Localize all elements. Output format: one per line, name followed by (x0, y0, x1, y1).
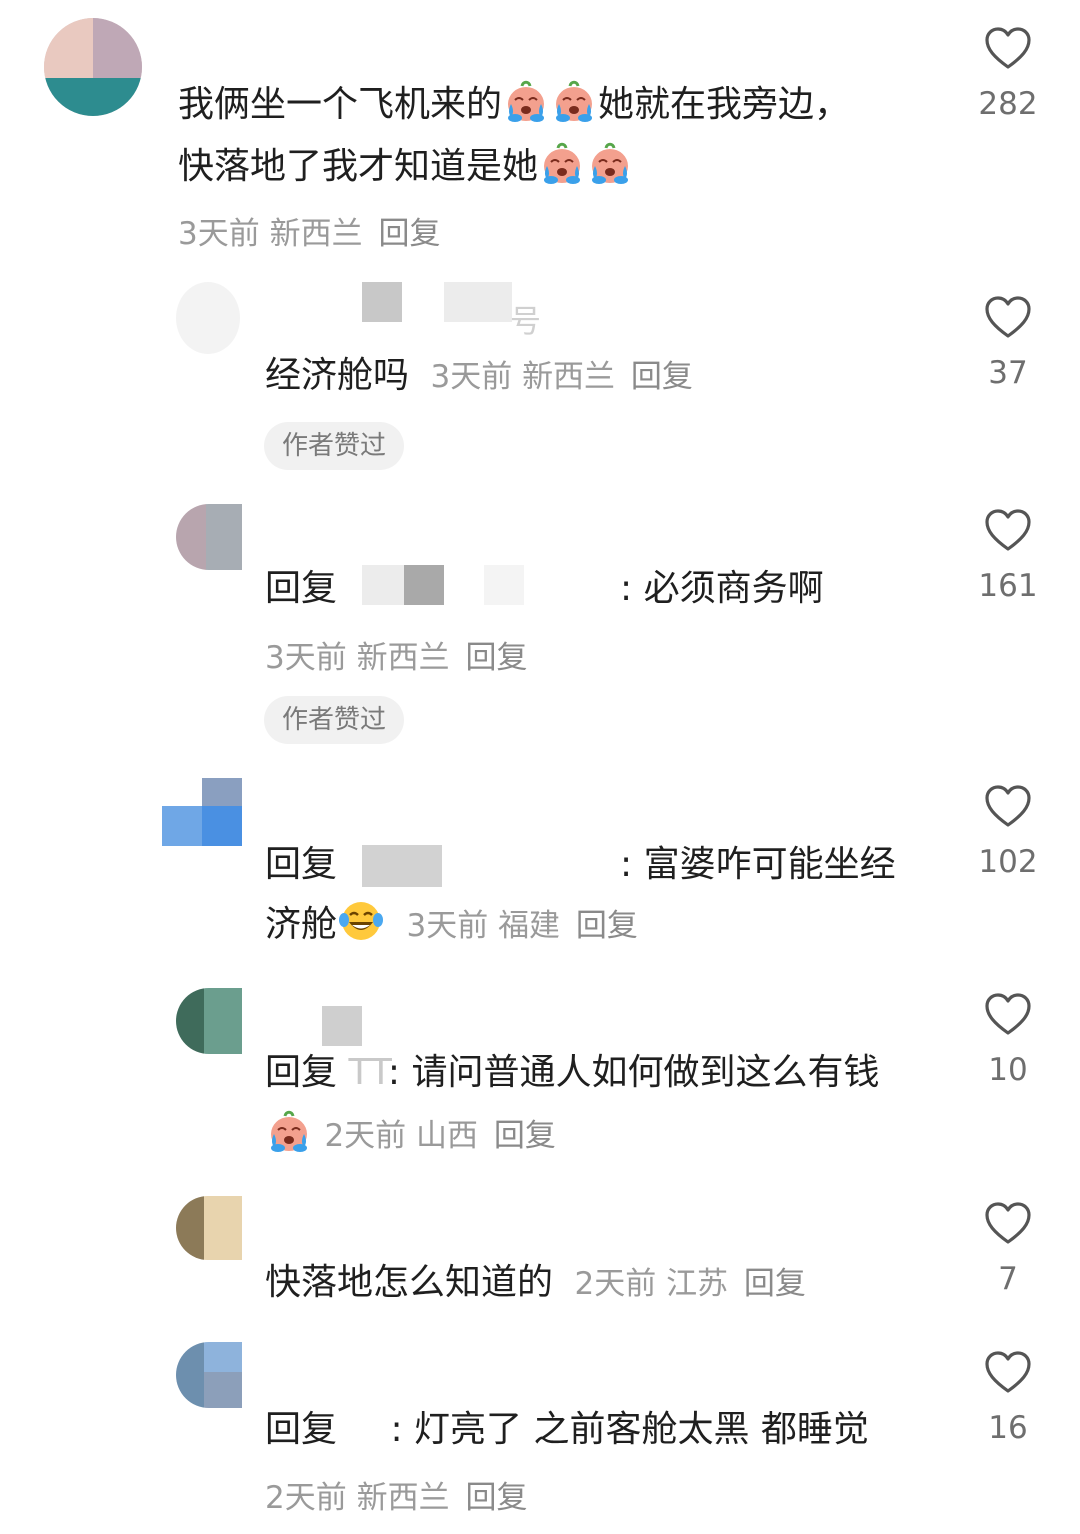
reply-time: 3天前 (430, 359, 513, 395)
like-count: 282 (978, 86, 1038, 122)
reply-content: : 灯亮了 之前客舱太黑 都睡觉 (390, 1409, 869, 1450)
heart-outline-icon[interactable] (984, 992, 1032, 1036)
reply-button[interactable]: 回复 (494, 1118, 556, 1154)
username-redacted (362, 845, 442, 887)
heart-outline-icon[interactable] (984, 26, 1032, 70)
reply-content-line1: : 富婆咋可能坐经 (620, 844, 896, 885)
reply-button[interactable]: 回复 (744, 1266, 806, 1302)
reply-location: 新西兰 (356, 640, 450, 676)
reply-content: 快落地怎么知道的 (265, 1262, 554, 1303)
reply-text: 回复 TT: 请问普通人如何做到这么有钱 (265, 1042, 955, 1104)
reply-text: 回复 : 灯亮了 之前客舱太黑 都睡觉 (265, 1399, 869, 1461)
crying-emoji-icon (587, 140, 633, 186)
reply-button[interactable]: 回复 (465, 640, 527, 676)
comment-text-line1b: 她就在我旁边， (598, 84, 851, 125)
reply-content: : 必须商务啊 (620, 568, 824, 609)
username-redacted (322, 1006, 362, 1046)
reply-location: 江苏 (666, 1266, 729, 1302)
reply-content-line2: 济舱 3天前 福建 回复 (265, 894, 638, 957)
reply-button[interactable]: 回复 (465, 1480, 527, 1516)
avatar[interactable] (162, 778, 242, 846)
heart-outline-icon[interactable] (984, 295, 1032, 339)
like-count: 10 (988, 1052, 1028, 1088)
comment-location: 新西兰 (269, 216, 363, 252)
like-count: 37 (988, 355, 1028, 391)
heart-outline-icon[interactable] (984, 508, 1032, 552)
avatar[interactable] (44, 18, 142, 116)
reply-prefix: 回复 (265, 844, 338, 885)
comment-text-line2: 快落地了我才知道是她 (178, 146, 539, 187)
reply-content-line1: : 请问普通人如何做到这么有钱 (387, 1052, 880, 1093)
comment-time: 3天前 (178, 216, 260, 252)
reply-button[interactable]: 回复 (576, 908, 638, 944)
avatar[interactable] (176, 504, 242, 570)
like-count: 161 (978, 568, 1038, 604)
heart-outline-icon[interactable] (984, 1201, 1032, 1245)
reply-text: 经济舱吗 3天前 新西兰 回复 (265, 345, 693, 408)
reply-prefix: 回复 (265, 1052, 338, 1093)
tears-of-joy-emoji-icon (338, 898, 384, 944)
reply-time: 3天前 (406, 908, 489, 944)
reply-time: 2天前 (265, 1480, 347, 1516)
reply-time: 2天前 (324, 1118, 407, 1154)
like-count: 102 (978, 844, 1038, 880)
reply-button[interactable]: 回复 (378, 216, 440, 252)
reply-prefix: 回复 (265, 568, 338, 609)
like-count: 16 (988, 1410, 1028, 1446)
reply-meta: 2天前 新西兰 回复 (265, 1472, 527, 1517)
reply-meta: 3天前 新西兰 回复 (265, 632, 527, 677)
username-redacted (444, 282, 512, 322)
reply-content: 经济舱吗 (265, 355, 410, 396)
reply-prefix: 回复 (265, 1409, 338, 1450)
crying-emoji-icon (266, 1108, 312, 1154)
reply-location: 新西兰 (356, 1480, 450, 1516)
reply-text: 快落地怎么知道的 2天前 江苏 回复 (265, 1252, 806, 1315)
reply-content-line2: 2天前 山西 回复 (265, 1104, 556, 1167)
author-liked-badge: 作者赞过 (264, 422, 405, 470)
avatar[interactable] (176, 282, 240, 354)
crying-emoji-icon (551, 78, 597, 124)
heart-outline-icon[interactable] (984, 784, 1032, 828)
reply-location: 福建 (498, 908, 561, 944)
avatar[interactable] (176, 988, 242, 1054)
username-redacted (404, 565, 444, 605)
avatar[interactable] (176, 1342, 242, 1408)
reply-location: 新西兰 (522, 359, 616, 395)
comment-text: 我俩坐一个飞机来的 她就在我旁边， 快落地了我才知道是她 (178, 74, 938, 198)
crying-emoji-icon (539, 140, 585, 186)
username-redacted (362, 565, 404, 605)
comment-text-line1: 我俩坐一个飞机来的 (178, 84, 503, 125)
mention-username[interactable]: TT (348, 1052, 387, 1093)
avatar[interactable] (176, 1196, 242, 1260)
reply-location: 山西 (416, 1118, 479, 1154)
crying-emoji-icon (503, 78, 549, 124)
author-liked-badge: 作者赞过 (264, 696, 405, 744)
comment-meta: 3天前 新西兰 回复 (178, 208, 440, 253)
heart-outline-icon[interactable] (984, 1350, 1032, 1394)
username-suffix: 号 (510, 304, 541, 340)
like-count: 7 (998, 1261, 1018, 1297)
reply-time: 2天前 (574, 1266, 657, 1302)
reply-button[interactable]: 回复 (631, 359, 693, 395)
username-redacted (362, 282, 402, 322)
reply-time: 3天前 (265, 640, 347, 676)
username-redacted (484, 565, 524, 605)
